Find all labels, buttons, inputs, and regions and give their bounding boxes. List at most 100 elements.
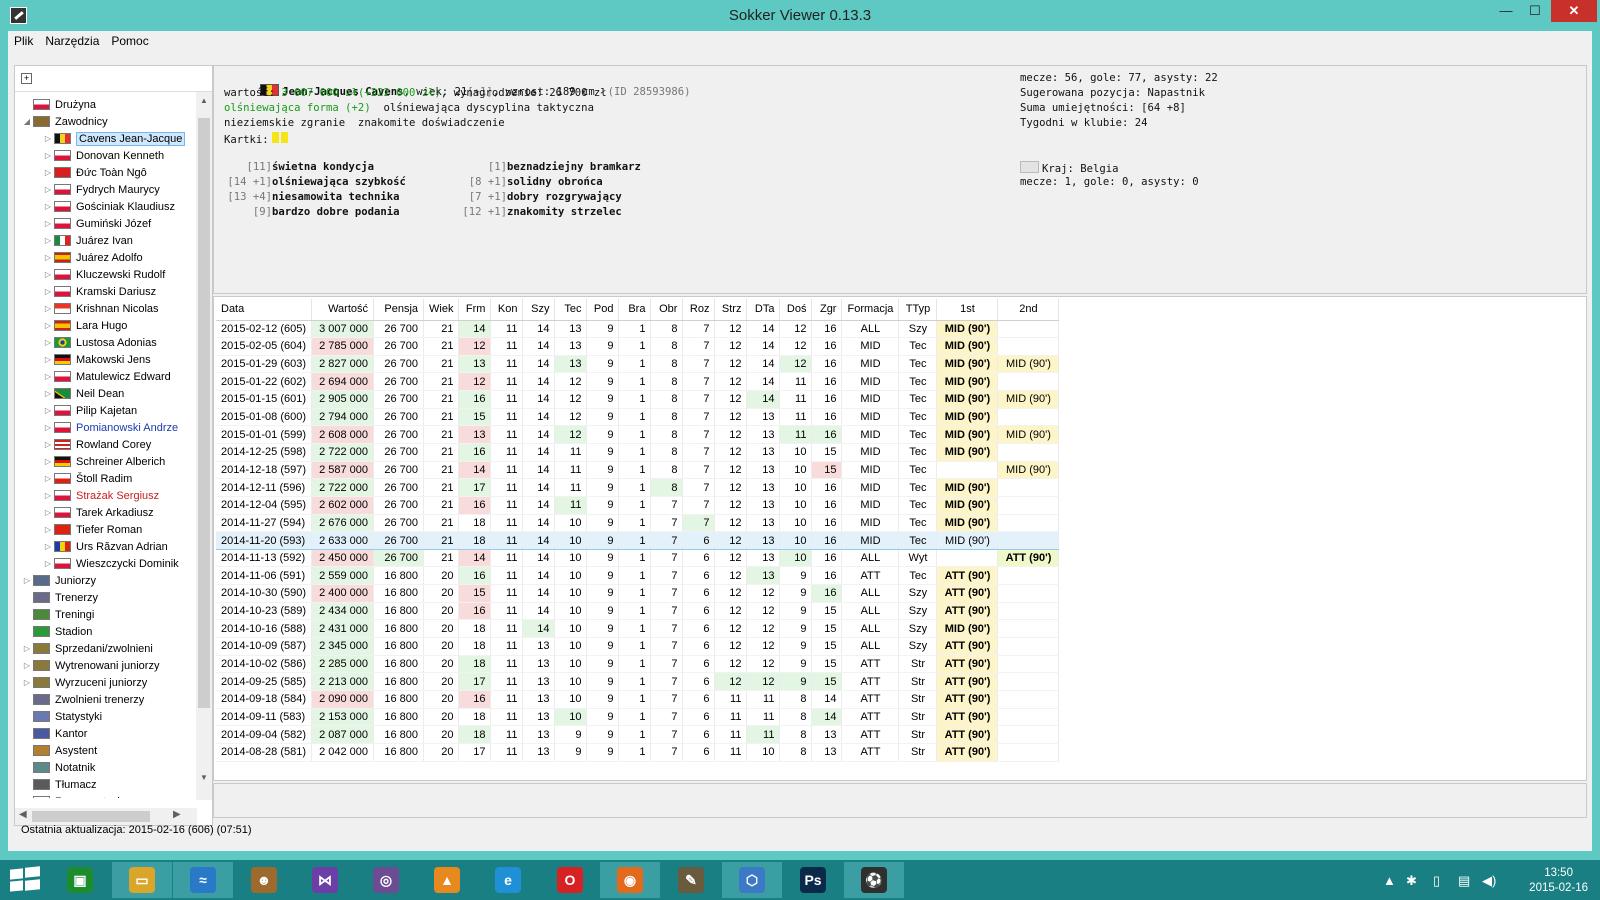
expand-arrow-icon[interactable]: ▷ [42, 168, 54, 177]
expand-arrow-icon[interactable]: ▷ [42, 355, 54, 364]
tree-item[interactable]: ▷ Juárez Ivan [15, 232, 197, 249]
tree-item[interactable]: ▷ Krishnan Nicolas [15, 300, 197, 317]
network-icon[interactable]: ▤ [1458, 873, 1470, 889]
expand-arrow-icon[interactable]: ▷ [42, 542, 54, 551]
expand-arrow-icon[interactable]: ▷ [42, 185, 54, 194]
table-row[interactable]: 2015-02-12 (605) 3 007 000 26 700 21 14 11 14 1… [216, 320, 1060, 339]
tree-item[interactable]: ▷ Neil Dean [15, 385, 197, 402]
expand-arrow-icon[interactable]: ▷ [21, 678, 33, 687]
column-header[interactable]: Kon [490, 299, 524, 321]
column-header[interactable]: TTyp [898, 299, 938, 321]
expand-arrow-icon[interactable]: ▷ [21, 644, 33, 653]
screenshot-app-icon[interactable]: ◎ [356, 862, 416, 898]
expand-arrow-icon[interactable]: ▷ [42, 525, 54, 534]
expand-arrow-icon[interactable]: ▷ [42, 338, 54, 347]
tree-item[interactable]: ▷ Kluczewski Rudolf [15, 266, 197, 283]
tree-item[interactable]: ◢ Zawodnicy [15, 113, 197, 130]
expand-arrow-icon[interactable]: ◢ [21, 117, 33, 126]
column-header[interactable]: Roz [682, 299, 716, 321]
virtualbox-icon[interactable]: ⬡ [722, 862, 782, 898]
table-row[interactable]: 2014-09-11 (583) 2 153 000 16 800 20 18 11 13 1… [216, 708, 1060, 727]
store-icon[interactable]: ▣ [50, 862, 110, 898]
table-row[interactable]: 2014-09-18 (584) 2 090 000 16 800 20 16 11 13 1… [216, 690, 1060, 709]
column-header[interactable]: Szy [522, 299, 556, 321]
tree-item[interactable]: ▷ Cavens Jean-Jacque [15, 130, 197, 147]
tree-item[interactable]: ▷ Urs Răzvan Adrian [15, 538, 197, 555]
tree-item[interactable]: Treningi [15, 606, 197, 623]
avast-icon[interactable]: ▲ [417, 862, 477, 898]
column-header[interactable]: Obr [650, 299, 684, 321]
tree-item[interactable]: ▷ Wytrenowani juniorzy [15, 657, 197, 674]
column-header[interactable]: Doś [779, 299, 813, 321]
tree-horizontal-scrollbar[interactable]: ◀ ▶ [15, 808, 197, 825]
expand-arrow-icon[interactable]: ▷ [42, 423, 54, 432]
battery-icon[interactable]: ▯ [1433, 873, 1440, 889]
tree-item[interactable]: ▷ Kramski Dariusz [15, 283, 197, 300]
tree-item[interactable]: ▷ Schreiner Alberich [15, 453, 197, 470]
tree-item[interactable]: ▷ Pilip Kajetan [15, 402, 197, 419]
tree-item[interactable]: ▷ Lustosa Adonias [15, 334, 197, 351]
table-row[interactable]: 2014-11-13 (592) 2 450 000 26 700 21 14 11 14 1… [216, 549, 1060, 568]
tree-item[interactable]: ▷ Matulewicz Edward [15, 368, 197, 385]
minimize-button[interactable]: — [1491, 0, 1521, 22]
sokker-viewer-icon[interactable]: ⚽ [844, 862, 904, 898]
expand-arrow-icon[interactable]: ▷ [21, 576, 33, 585]
tree-item[interactable]: Notatnik [15, 759, 197, 776]
tray-app-icon[interactable]: ✱ [1406, 873, 1417, 889]
expand-arrow-icon[interactable]: ▷ [42, 491, 54, 500]
tree-item[interactable]: ▷ Lara Hugo [15, 317, 197, 334]
expand-arrow-icon[interactable]: ▷ [42, 406, 54, 415]
tree-item[interactable]: Trenerzy [15, 589, 197, 606]
column-header[interactable]: 2nd [997, 299, 1060, 321]
table-row[interactable]: 2015-01-01 (599) 2 608 000 26 700 21 13 11 14 1… [216, 425, 1060, 444]
start-button[interactable] [10, 866, 40, 892]
table-row[interactable]: 2014-12-04 (595) 2 602 000 26 700 21 16 11 14 1… [216, 496, 1060, 515]
scrollbar-thumb[interactable] [198, 118, 210, 708]
internet-explorer-icon[interactable]: e [478, 862, 538, 898]
menu-plik[interactable]: Plik [14, 34, 33, 48]
maximize-button[interactable]: ☐ [1520, 0, 1550, 22]
table-row[interactable]: 2015-01-22 (602) 2 694 000 26 700 21 12 11 14 1… [216, 372, 1060, 392]
tree-item[interactable]: ▷ Tarek Arkadiusz [15, 504, 197, 521]
column-header[interactable]: Frm [458, 299, 492, 321]
table-row[interactable]: 2014-11-20 (593) 2 633 000 26 700 21 18 11 14 1… [216, 531, 1060, 550]
expand-arrow-icon[interactable]: ▷ [42, 202, 54, 211]
tree-item[interactable]: ▷ Rowland Corey [15, 436, 197, 453]
volume-icon[interactable]: ◀) [1482, 873, 1496, 889]
close-button[interactable]: ✕ [1551, 0, 1597, 22]
browser-app-icon[interactable]: ≈ [173, 862, 233, 898]
scroll-right-icon[interactable]: ▶ [173, 809, 181, 820]
boxing-app-icon[interactable]: ☻ [234, 862, 294, 898]
column-header[interactable]: Wartość [311, 299, 375, 321]
gimp-icon[interactable]: ✎ [661, 862, 721, 898]
column-header[interactable]: Data [216, 299, 313, 321]
tree-item[interactable]: ▷ Wieszczycki Dominik [15, 555, 197, 572]
tree-item[interactable]: Reprezentacja [15, 793, 197, 798]
table-row[interactable]: 2014-09-25 (585) 2 213 000 16 800 20 17 11 13 1… [216, 672, 1060, 691]
table-row[interactable]: 2014-10-02 (586) 2 285 000 16 800 20 18 11 13 1… [216, 655, 1060, 674]
expand-arrow-icon[interactable]: ▷ [42, 270, 54, 279]
column-header[interactable]: Pensja [373, 299, 425, 321]
table-row[interactable]: 2015-01-15 (601) 2 905 000 26 700 21 16 11 14 1… [216, 390, 1060, 409]
visual-studio-icon[interactable]: ⋈ [295, 862, 355, 898]
tree-item[interactable]: ▷ Đức Toàn Ngô [15, 164, 197, 181]
tree-item[interactable]: Drużyna [15, 96, 197, 113]
scroll-up-icon[interactable]: ▲ [196, 96, 212, 105]
table-row[interactable]: 2014-10-30 (590) 2 400 000 16 800 20 15 11 14 1… [216, 584, 1060, 603]
tree-item[interactable]: ▷ Donovan Kenneth [15, 147, 197, 164]
collapse-all-icon[interactable]: + [21, 73, 32, 84]
menu-narzedzia[interactable]: Narzędzia [45, 34, 99, 48]
column-header[interactable]: Bra [618, 299, 652, 321]
tree-item[interactable]: Zwolnieni trenerzy [15, 691, 197, 708]
expand-arrow-icon[interactable]: ▷ [42, 151, 54, 160]
tree-item[interactable]: ▷ Fydrych Maurycy [15, 181, 197, 198]
column-header[interactable]: Formacja [841, 299, 900, 321]
tree-item[interactable]: ▷ Gumiński Józef [15, 215, 197, 232]
table-row[interactable]: 2015-01-29 (603) 2 827 000 26 700 21 13 11 14 1… [216, 355, 1060, 374]
show-hidden-icons-icon[interactable]: ▲ [1383, 873, 1396, 888]
tree-item[interactable]: ▷ Juárez Adolfo [15, 249, 197, 266]
tree-item[interactable]: Kantor [15, 725, 197, 742]
column-header[interactable]: Wiek [423, 299, 460, 321]
expand-arrow-icon[interactable]: ▷ [42, 321, 54, 330]
expand-arrow-icon[interactable]: ▷ [42, 253, 54, 262]
